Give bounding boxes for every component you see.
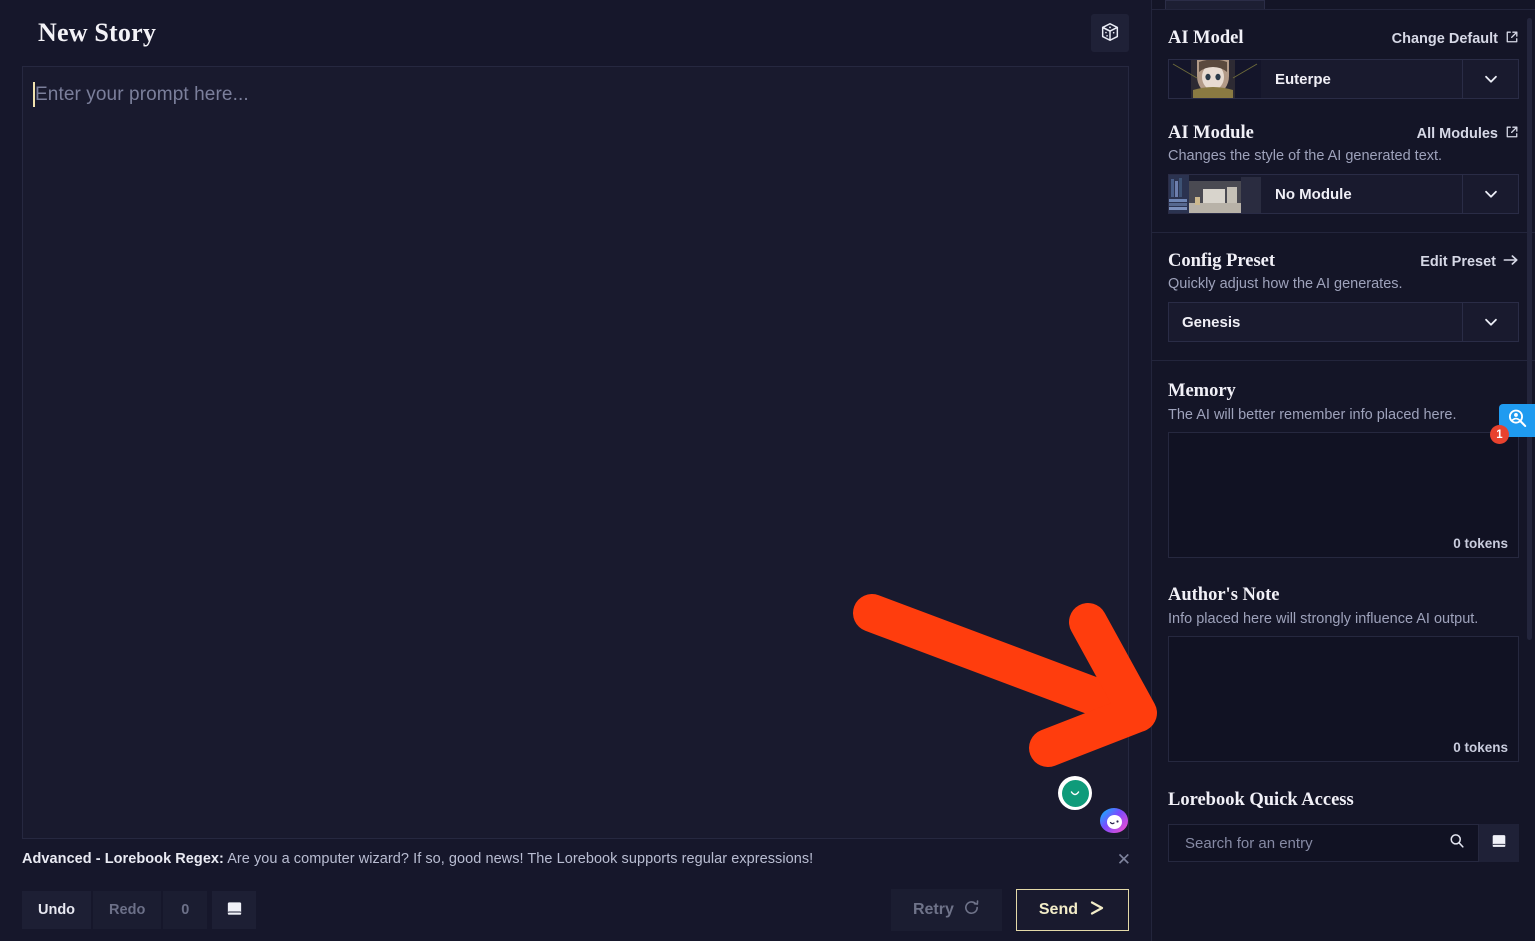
notification-count-badge: 1 bbox=[1490, 425, 1509, 444]
story-editor-pane: New Story Enter your prompt here... Adva… bbox=[0, 0, 1151, 941]
chevron-down-icon[interactable] bbox=[1462, 60, 1518, 98]
send-label: Send bbox=[1038, 901, 1078, 918]
gradient-blob-icon bbox=[1106, 814, 1122, 829]
undo-button[interactable]: Undo bbox=[22, 891, 92, 929]
config-preset-description: Quickly adjust how the AI generates. bbox=[1168, 276, 1403, 292]
redo-button[interactable]: Redo bbox=[93, 891, 162, 929]
assistant-blob-button[interactable] bbox=[1100, 808, 1128, 833]
memory-title: Memory bbox=[1168, 381, 1236, 401]
dice-cube-icon bbox=[1099, 21, 1121, 46]
close-icon[interactable]: ✕ bbox=[1117, 851, 1131, 868]
refresh-icon bbox=[963, 899, 980, 921]
ai-module-header: AI Module All Modules bbox=[1168, 123, 1519, 144]
send-button[interactable]: Send bbox=[1015, 889, 1129, 931]
smiley-mood-icon bbox=[1061, 779, 1089, 807]
desk-library-thumbnail bbox=[1169, 175, 1261, 213]
tab-stub[interactable] bbox=[1165, 0, 1265, 9]
editor-header: New Story bbox=[0, 0, 1151, 66]
arrow-right-icon bbox=[1503, 253, 1519, 271]
change-default-link[interactable]: Change Default bbox=[1392, 30, 1519, 48]
prompt-placeholder: Enter your prompt here... bbox=[35, 84, 249, 105]
lorebook-open-button[interactable] bbox=[1479, 824, 1519, 862]
notification-label: Advanced - Lorebook Regex: bbox=[22, 851, 224, 867]
ai-model-select[interactable]: Euterpe bbox=[1168, 59, 1519, 99]
ai-module-value: No Module bbox=[1275, 185, 1352, 203]
ai-module-description: Changes the style of the AI generated te… bbox=[1168, 148, 1443, 164]
magnifier-icon[interactable] bbox=[1448, 832, 1466, 854]
book-icon bbox=[225, 899, 244, 922]
user-search-icon bbox=[1507, 408, 1528, 434]
sidebar-scrollbar[interactable] bbox=[1527, 18, 1532, 640]
lorebook-button[interactable] bbox=[212, 891, 257, 929]
section-config-preset: Config Preset Edit Preset Quickly adjust… bbox=[1152, 232, 1535, 360]
mood-button[interactable] bbox=[1058, 776, 1092, 810]
external-link-icon bbox=[1505, 125, 1519, 143]
lorebook-search-input[interactable]: Search for an entry bbox=[1168, 824, 1479, 862]
memory-input[interactable]: 0 tokens bbox=[1168, 432, 1519, 558]
change-default-label: Change Default bbox=[1391, 31, 1498, 47]
notification-text: Advanced - Lorebook Regex: Are you a com… bbox=[22, 851, 813, 867]
all-modules-label: All Modules bbox=[1416, 126, 1498, 142]
all-modules-link[interactable]: All Modules bbox=[1417, 125, 1519, 143]
settings-sidebar: AI Model Change Default Euterpe AI Modul… bbox=[1151, 0, 1535, 941]
history-count: 0 bbox=[163, 891, 208, 929]
config-preset-value: Genesis bbox=[1182, 313, 1241, 331]
retry-button[interactable]: Retry bbox=[890, 889, 1002, 931]
memory-token-count: 0 tokens bbox=[1453, 536, 1508, 551]
send-arrow-icon bbox=[1088, 899, 1106, 922]
lorebook-regex-notification: Advanced - Lorebook Regex: Are you a com… bbox=[0, 839, 1151, 879]
section-authors-note: Author's Note Info placed here will stro… bbox=[1152, 558, 1535, 762]
app-root: New Story Enter your prompt here... Adva… bbox=[0, 0, 1535, 941]
history-controls: Undo Redo 0 bbox=[22, 891, 257, 929]
ai-module-select[interactable]: No Module bbox=[1168, 174, 1519, 214]
edit-preset-link[interactable]: Edit Preset bbox=[1420, 253, 1519, 271]
retry-label: Retry bbox=[912, 901, 954, 918]
page-title: New Story bbox=[38, 18, 157, 47]
config-preset-header: Config Preset Edit Preset bbox=[1168, 251, 1519, 272]
chevron-down-icon[interactable] bbox=[1462, 175, 1518, 213]
edit-preset-label: Edit Preset bbox=[1420, 254, 1496, 270]
prompt-editor[interactable]: Enter your prompt here... bbox=[22, 66, 1129, 839]
authors-note-token-count: 0 tokens bbox=[1453, 740, 1508, 755]
ai-module-title: AI Module bbox=[1168, 123, 1254, 143]
lorebook-title: Lorebook Quick Access bbox=[1168, 790, 1354, 810]
authors-note-description: Info placed here will strongly influence… bbox=[1168, 611, 1479, 627]
editor-toolbar: Undo Redo 0 Retry Send bbox=[0, 879, 1151, 941]
sidebar-top-tab-stub bbox=[1152, 0, 1535, 10]
config-preset-select[interactable]: Genesis bbox=[1168, 302, 1519, 342]
book-icon bbox=[1490, 832, 1508, 855]
notification-message: Are you a computer wizard? If so, good n… bbox=[227, 851, 814, 867]
dice-randomize-button[interactable] bbox=[1091, 14, 1129, 52]
ai-model-value: Euterpe bbox=[1275, 70, 1331, 88]
section-lorebook-quick-access: Lorebook Quick Access Search for an entr… bbox=[1152, 762, 1535, 862]
section-memory: Memory The AI will better remember info … bbox=[1152, 360, 1535, 558]
generation-controls: Retry Send bbox=[890, 889, 1129, 931]
lorebook-search-placeholder: Search for an entry bbox=[1185, 834, 1313, 852]
authors-note-title: Author's Note bbox=[1168, 585, 1280, 605]
memory-description: The AI will better remember info placed … bbox=[1168, 407, 1457, 423]
chevron-down-icon[interactable] bbox=[1462, 303, 1518, 341]
ai-model-title: AI Model bbox=[1168, 28, 1244, 48]
anime-portrait-thumbnail bbox=[1169, 60, 1261, 98]
authors-note-input[interactable]: 0 tokens bbox=[1168, 636, 1519, 762]
config-preset-title: Config Preset bbox=[1168, 251, 1276, 271]
ai-model-header: AI Model Change Default bbox=[1168, 28, 1519, 49]
lorebook-search-row: Search for an entry bbox=[1168, 824, 1519, 862]
section-ai-module: AI Module All Modules Changes the style … bbox=[1152, 105, 1535, 232]
section-ai-model: AI Model Change Default Euterpe bbox=[1152, 10, 1535, 105]
external-link-icon bbox=[1505, 30, 1519, 48]
